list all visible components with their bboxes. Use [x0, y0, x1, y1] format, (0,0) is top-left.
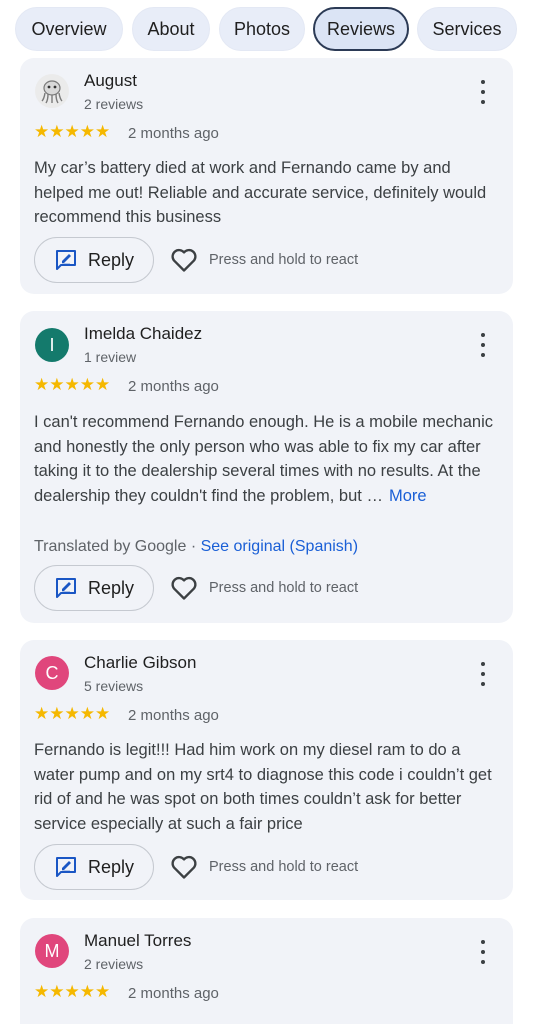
more-vert-icon[interactable] — [475, 333, 491, 357]
heart-outline-icon[interactable] — [170, 247, 198, 273]
reply-button[interactable]: Reply — [34, 237, 154, 283]
reviewer-name[interactable]: August — [84, 71, 137, 91]
tab-photos[interactable]: Photos — [219, 7, 305, 51]
see-original-link[interactable]: See original (Spanish) — [201, 538, 358, 555]
translated-label: Translated by Google · — [34, 538, 201, 555]
review-count: 2 reviews — [84, 956, 144, 972]
star-rating: ★★★★★ — [34, 375, 111, 394]
reply-button[interactable]: Reply — [34, 565, 154, 611]
reviewer-name[interactable]: Manuel Torres — [84, 931, 191, 951]
tab-services[interactable]: Services — [417, 7, 517, 51]
avatar-initial: I — [49, 334, 55, 355]
heart-outline-icon[interactable] — [170, 575, 198, 601]
tab-bar: Overview About Photos Reviews Services — [0, 0, 534, 58]
review-date: 2 months ago — [128, 378, 219, 395]
avatar[interactable]: M — [35, 934, 69, 968]
avatar[interactable]: I — [35, 328, 69, 362]
review-text: I can't recommend Fernando enough. He is… — [34, 410, 504, 509]
reply-edit-icon — [55, 250, 76, 270]
review-card: C Charlie Gibson 5 reviews ★★★★★ 2 month… — [20, 640, 513, 900]
review-card: I Imelda Chaidez 1 review ★★★★★ 2 months… — [20, 311, 513, 623]
avatar[interactable]: C — [35, 656, 69, 690]
translated-note: Translated by Google · See original (Spa… — [34, 538, 358, 556]
react-hint: Press and hold to react — [209, 252, 359, 268]
review-date: 2 months ago — [128, 125, 219, 142]
react-hint: Press and hold to react — [209, 580, 359, 596]
reviewer-name[interactable]: Charlie Gibson — [84, 653, 196, 673]
reply-button[interactable]: Reply — [34, 844, 154, 890]
more-vert-icon[interactable] — [475, 940, 491, 964]
star-rating: ★★★★★ — [34, 704, 111, 723]
reply-edit-icon — [55, 857, 76, 877]
review-card: August 2 reviews ★★★★★ 2 months ago My c… — [20, 58, 513, 294]
more-vert-icon[interactable] — [475, 80, 491, 104]
more-vert-icon[interactable] — [475, 662, 491, 686]
review-count: 1 review — [84, 349, 137, 365]
reply-label: Reply — [87, 856, 135, 877]
tab-overview[interactable]: Overview — [15, 7, 123, 51]
octopus-avatar-icon — [41, 80, 63, 104]
review-count: 5 reviews — [84, 678, 144, 694]
tab-reviews[interactable]: Reviews — [313, 7, 409, 51]
reply-edit-icon — [55, 578, 76, 598]
review-count: 2 reviews — [84, 96, 144, 112]
more-link[interactable]: More — [389, 487, 427, 505]
avatar[interactable] — [35, 74, 69, 108]
reply-label: Reply — [87, 577, 135, 598]
reviewer-name[interactable]: Imelda Chaidez — [84, 324, 202, 344]
review-date: 2 months ago — [128, 707, 219, 724]
star-rating: ★★★★★ — [34, 982, 111, 1001]
star-rating: ★★★★★ — [34, 122, 111, 141]
avatar-initial: M — [44, 940, 60, 961]
reply-label: Reply — [87, 249, 135, 270]
review-text: My car’s battery died at work and Fernan… — [34, 159, 487, 227]
react-hint: Press and hold to react — [209, 859, 359, 875]
review-card: M Manuel Torres 2 reviews ★★★★★ 2 months… — [20, 918, 513, 1024]
heart-outline-icon[interactable] — [170, 854, 198, 880]
avatar-initial: C — [45, 662, 59, 683]
tab-about[interactable]: About — [132, 7, 210, 51]
review-text: Fernando is legit!!! Had him work on my … — [34, 741, 492, 834]
review-date: 2 months ago — [128, 985, 219, 1002]
